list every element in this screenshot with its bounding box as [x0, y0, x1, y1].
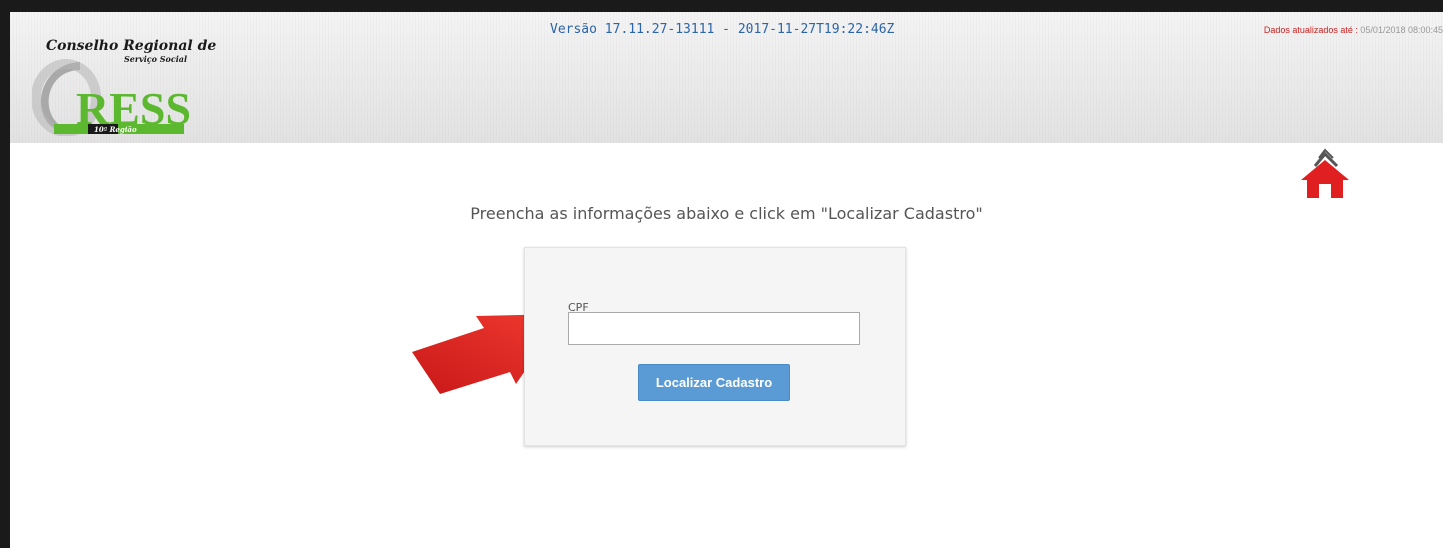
search-form-card: CPF Localizar Cadastro: [524, 247, 906, 446]
browser-frame: Conselho Regional de Serviço Social RESS…: [0, 0, 1443, 548]
logo-mark-icon: RESS 10ª Região: [32, 59, 191, 136]
version-label: Versão 17.11.27-13111 - 2017-11-27T19:22…: [550, 22, 895, 37]
instructions-text: Preencha as informações abaixo e click e…: [470, 204, 983, 223]
data-updated-status: Dados atualizados até : 05/01/2018 08:00…: [1264, 25, 1443, 35]
cpf-input[interactable]: [568, 312, 860, 345]
updated-label: Dados atualizados até :: [1263, 25, 1358, 35]
cress-logo: Conselho Regional de Serviço Social RESS…: [32, 26, 222, 136]
updated-date: 05/01/2018 08:00:45: [1360, 25, 1443, 35]
page-header: Conselho Regional de Serviço Social RESS…: [10, 12, 1443, 143]
home-icon[interactable]: [1295, 146, 1355, 198]
localizar-cadastro-button[interactable]: Localizar Cadastro: [638, 364, 790, 401]
logo-region: 10ª Região: [94, 125, 137, 134]
logo-title: Conselho Regional de: [46, 38, 217, 54]
